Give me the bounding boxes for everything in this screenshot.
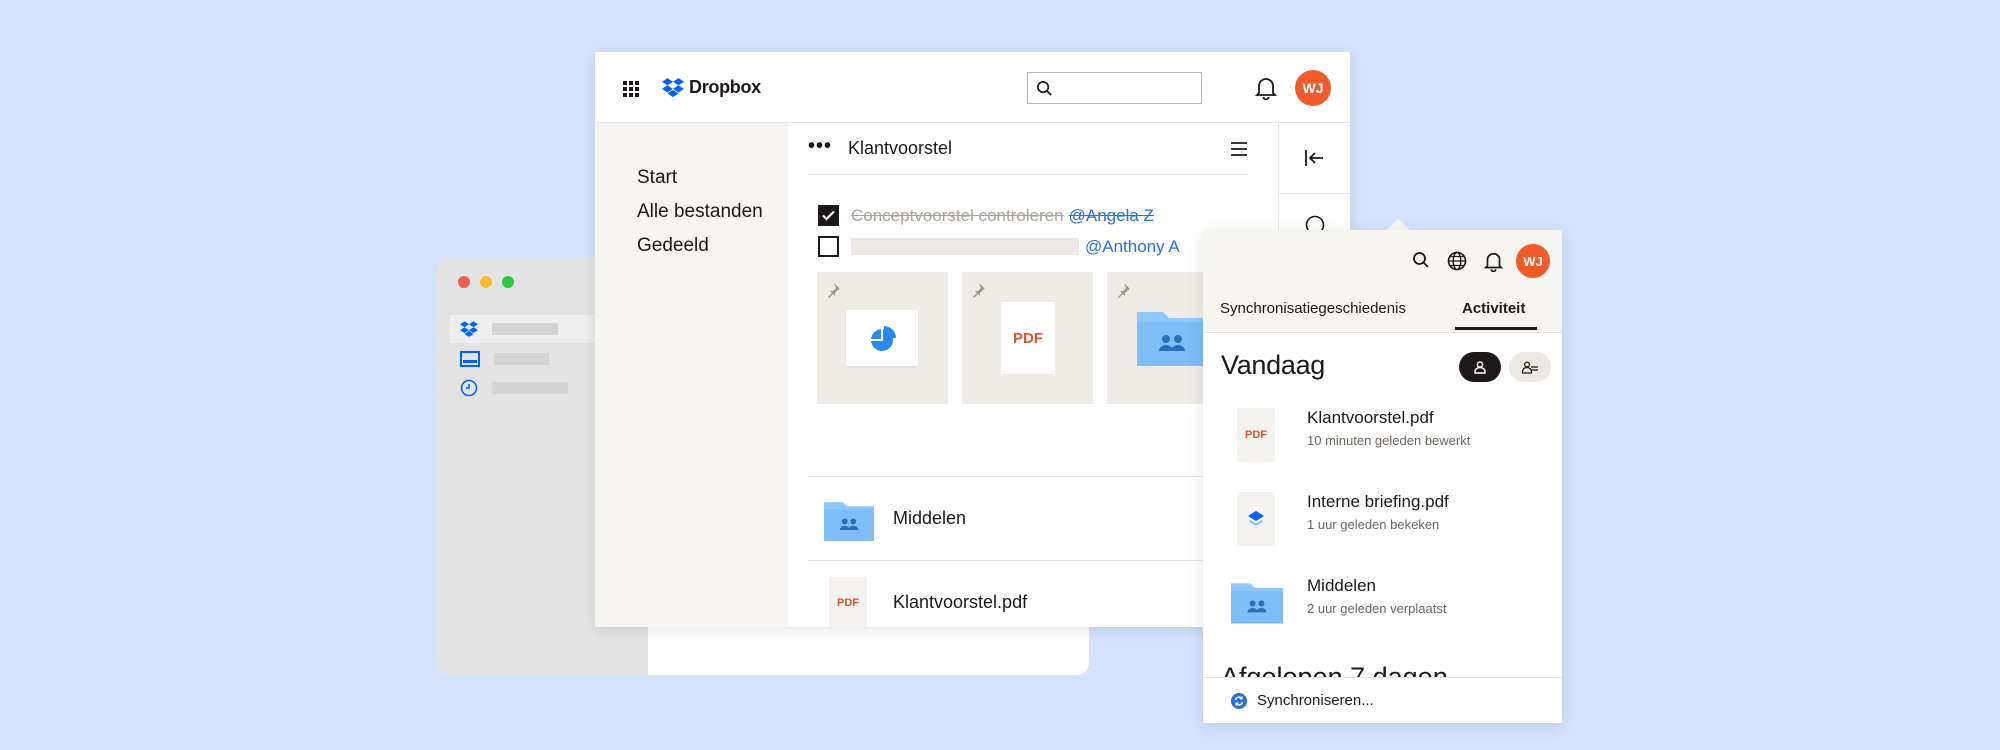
tab-activity[interactable]: Activiteit [1462,300,1525,317]
pin-icon [1118,283,1130,298]
globe-icon[interactable] [1447,251,1467,271]
task-item: Conceptvoorstel controleren @Angela Z [818,205,1154,226]
file-row[interactable]: PDF Klantvoorstel.pdf [808,560,1248,627]
task-text: Conceptvoorstel controleren [851,205,1064,225]
activity-item[interactable]: PDF Klantvoorstel.pdf 10 minuten geleden… [1237,408,1547,468]
task-checkbox-checked[interactable] [818,205,839,226]
pin-icon [973,283,985,298]
file-row[interactable]: Middelen [808,476,1248,560]
collapse-panel-icon[interactable] [1305,149,1325,167]
sidebar-item-shared[interactable]: Gedeeld [637,235,788,257]
top-bar: Dropbox WJ [595,52,1350,123]
search-icon[interactable] [1412,251,1430,269]
task-mention[interactable]: @Anthony A [1085,237,1180,257]
avatar[interactable]: WJ [1295,70,1331,106]
attachment-thumbnail[interactable] [817,272,948,404]
search-input[interactable] [1027,72,1202,104]
task-placeholder [851,238,1079,255]
pie-chart-icon [871,326,896,351]
tab-sync-history[interactable]: Synchronisatiegeschiedenis [1220,300,1406,317]
chart-preview [846,310,918,366]
layers-icon [1248,511,1264,526]
dropbox-icon [662,78,684,97]
active-tab-indicator [1455,327,1537,330]
person-icon [1474,361,1486,374]
checkmark-icon [822,210,835,221]
sidebar-nav: Start Alle bestanden Gedeeld [595,123,788,627]
activity-file-name: Interne briefing.pdf [1307,492,1449,511]
activity-item[interactable]: Interne briefing.pdf 1 uur geleden bekek… [1237,492,1547,552]
bell-icon[interactable] [1484,251,1503,272]
activity-description: 1 uur geleden bekeken [1307,517,1440,532]
minimize-dot[interactable] [480,276,492,288]
menu-icon[interactable] [1230,141,1248,157]
document-header: ••• Klantvoorstel [808,123,1248,175]
activity-item[interactable]: Middelen 2 uur geleden verplaatst [1231,576,1547,636]
activity-description: 2 uur geleden verplaatst [1307,601,1447,616]
task-item: @Anthony A [818,236,1180,257]
shared-folder-icon [1137,312,1207,366]
shared-folder-icon [824,502,874,541]
task-mention[interactable]: @Angela Z [1069,206,1154,226]
pin-icon [828,283,840,298]
clock-icon [460,379,478,397]
app-grid-icon[interactable] [623,81,639,97]
activity-file-name: Middelen [1307,576,1376,595]
pdf-file-icon: PDF [829,577,867,627]
sync-icon [1231,692,1247,709]
people-icon [1521,361,1538,374]
section-heading-today: Vandaag [1221,350,1326,380]
activity-file-name: Klantvoorstel.pdf [1307,408,1434,427]
activity-description: 10 minuten geleden bewerkt [1307,433,1471,448]
maximize-dot[interactable] [502,276,514,288]
filter-mine-button[interactable] [1459,352,1501,382]
bell-icon[interactable] [1255,76,1277,100]
file-name: Middelen [893,508,967,528]
panel-header: WJ Synchronisatiegeschiedenis Activiteit [1203,230,1562,333]
dropbox-icon [460,321,478,337]
brand-name: Dropbox [689,77,761,97]
dropbox-doc-icon [1237,492,1275,546]
more-options-icon[interactable]: ••• [808,136,848,157]
search-icon [1037,81,1052,96]
sidebar-item-all-files[interactable]: Alle bestanden [637,201,788,223]
task-checkbox[interactable] [818,236,839,257]
dropbox-logo[interactable]: Dropbox [662,77,761,98]
pdf-file-icon: PDF [1237,408,1275,462]
sync-status-text: Synchroniseren... [1257,692,1374,709]
attachment-thumbnail[interactable]: PDF [962,272,1093,404]
file-name: Klantvoorstel.pdf [893,592,1028,612]
photo-icon [460,351,480,367]
sidebar-item-start[interactable]: Start [637,167,788,189]
close-dot[interactable] [458,276,470,288]
document-title: Klantvoorstel [848,138,953,158]
shared-folder-icon [1231,583,1283,624]
activity-panel: WJ Synchronisatiegeschiedenis Activiteit… [1203,230,1562,723]
filter-others-button[interactable] [1509,352,1551,382]
avatar[interactable]: WJ [1516,244,1550,278]
pdf-preview: PDF [1001,302,1055,374]
sync-status-bar: Synchroniseren... [1203,677,1562,723]
